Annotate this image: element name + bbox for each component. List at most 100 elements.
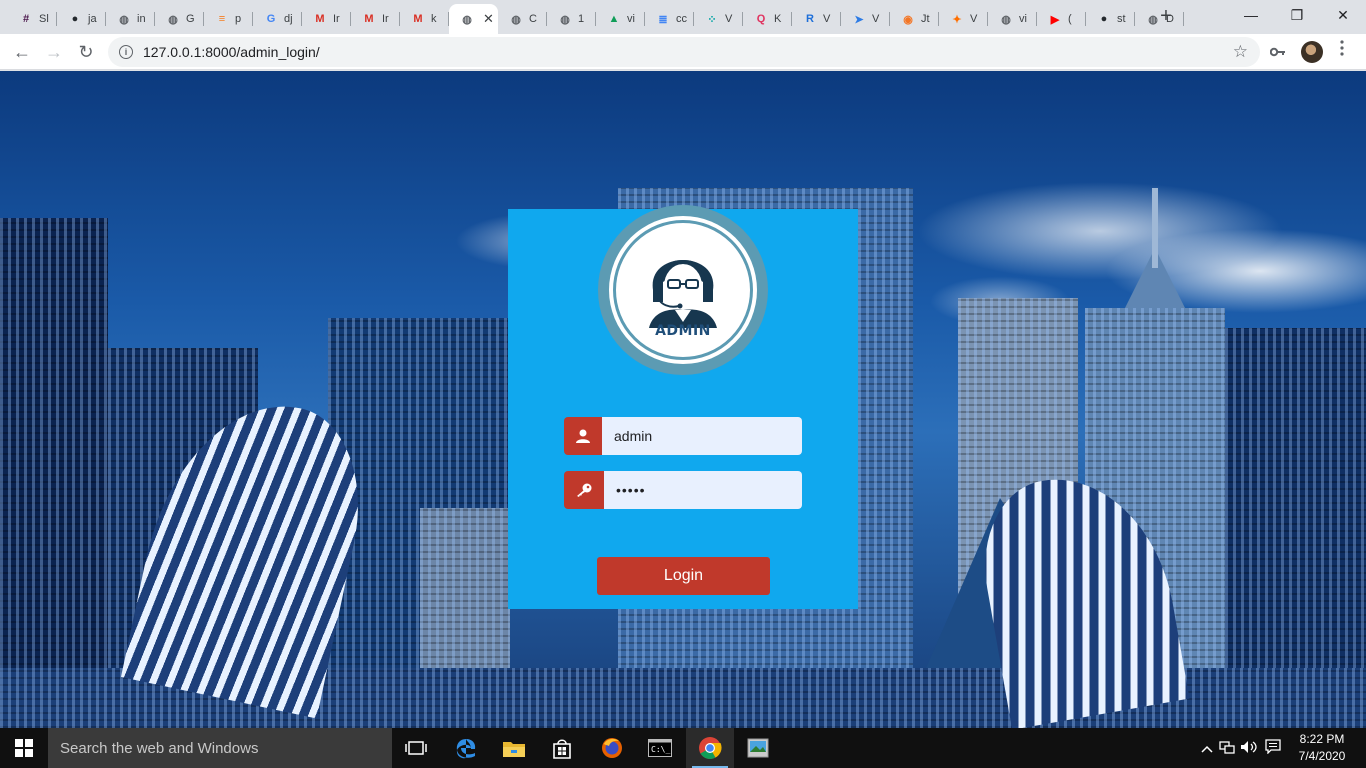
browser-tab[interactable]: QK — [743, 4, 792, 34]
windows-logo-icon — [15, 739, 33, 757]
tab-title: st — [1117, 13, 1126, 25]
gmail-icon: M — [364, 13, 374, 25]
tab-title: G — [186, 13, 195, 25]
browser-tab[interactable]: RV — [792, 4, 841, 34]
admin-avatar-image: ADMIN — [613, 220, 753, 360]
globe-icon: ◍ — [119, 13, 129, 26]
browser-tab[interactable]: ≣ cc — [645, 4, 694, 34]
browser-menu-icon[interactable] — [1340, 40, 1344, 56]
clock-time: 8:22 PM — [1299, 732, 1345, 746]
username-field — [564, 417, 802, 455]
dots-icon: ⁘ — [707, 13, 717, 26]
browser-tab[interactable]: ▲ vi — [596, 4, 645, 34]
username-input[interactable] — [602, 417, 802, 455]
jupyter-icon: ◉ — [903, 13, 913, 26]
globe-icon: ◍ — [1001, 13, 1011, 26]
edge-icon[interactable] — [442, 728, 490, 768]
browser-tab[interactable]: ● ja — [57, 4, 106, 34]
tab-title: k — [431, 13, 437, 25]
system-tray — [1198, 728, 1286, 768]
browser-tab[interactable]: ▶( — [1037, 4, 1086, 34]
taskbar-search-box[interactable]: Search the web and Windows — [48, 728, 392, 768]
tab-title: ( — [1068, 13, 1072, 25]
password-input[interactable] — [604, 471, 802, 509]
key-icon — [564, 471, 604, 509]
tab-title: Jt — [921, 13, 930, 25]
address-bar[interactable]: i 127.0.0.1:8000/admin_login/ ☆ — [108, 37, 1260, 67]
tab-title: cc — [676, 13, 687, 25]
runner-icon: ✦ — [952, 13, 962, 26]
login-button[interactable]: Login — [597, 557, 770, 595]
tab-title: K — [774, 13, 782, 25]
browser-tab[interactable]: M Ir — [351, 4, 400, 34]
browser-tab[interactable]: ◍ G — [155, 4, 204, 34]
password-field — [564, 471, 802, 509]
admin-person-icon — [649, 260, 717, 328]
slack-icon: # — [22, 13, 30, 25]
profile-avatar[interactable] — [1301, 41, 1323, 63]
globe-icon: ◍ — [560, 13, 570, 26]
browser-tab[interactable]: ◍ C — [498, 4, 547, 34]
browser-tab[interactable]: ➤ V — [841, 4, 890, 34]
tab-title: Ir — [382, 13, 389, 25]
firefox-icon[interactable] — [588, 728, 636, 768]
browser-tab[interactable]: ◍ in — [106, 4, 155, 34]
volume-icon[interactable] — [1238, 740, 1260, 757]
browser-tab[interactable]: Mk — [400, 4, 449, 34]
url-text[interactable]: 127.0.0.1:8000/admin_login/ — [143, 44, 320, 60]
user-icon — [564, 417, 602, 455]
globe-icon: ◍ — [511, 13, 521, 26]
file-explorer-icon[interactable] — [490, 728, 538, 768]
browser-tab[interactable]: ◉ Jt — [890, 4, 939, 34]
window-close-button[interactable]: ✕ — [1320, 0, 1366, 30]
browser-tab[interactable]: ≡ p — [204, 4, 253, 34]
building — [0, 218, 108, 728]
browser-tab[interactable]: ● st — [1086, 4, 1135, 34]
browser-tab[interactable]: # Sl — [8, 4, 57, 34]
tab-close-icon[interactable]: ✕ — [483, 11, 494, 27]
terminal-icon[interactable]: C:\_ — [636, 728, 684, 768]
forward-button[interactable]: → — [40, 38, 68, 66]
reload-button[interactable]: ↻ — [72, 38, 100, 66]
r-icon: R — [806, 13, 814, 25]
browser-tab[interactable]: ✦ V — [939, 4, 988, 34]
taskbar-clock[interactable]: 8:22 PM 7/4/2020 — [1296, 731, 1348, 765]
admin-avatar: ADMIN — [598, 205, 768, 375]
tab-title: dj — [284, 13, 293, 25]
github-icon: ● — [1100, 13, 1108, 25]
browser-tab[interactable]: ⁘ V — [694, 4, 743, 34]
tab-title: Sl — [39, 13, 49, 25]
windows-taskbar: Search the web and Windows C:\_ 8:22 PM … — [0, 728, 1366, 768]
back-button[interactable]: ← — [8, 38, 36, 66]
notifications-icon[interactable] — [1260, 739, 1286, 757]
key-icon[interactable] — [1269, 44, 1286, 60]
store-icon[interactable] — [538, 728, 586, 768]
site-info-icon[interactable]: i — [119, 45, 133, 59]
task-view-button[interactable] — [392, 728, 440, 768]
globe-icon: ◍ — [462, 13, 472, 26]
tab-title: V — [970, 13, 978, 25]
photos-app-icon[interactable] — [734, 728, 782, 768]
chrome-icon[interactable] — [686, 728, 734, 768]
clock-date: 7/4/2020 — [1298, 749, 1346, 763]
drive-icon: ▲ — [608, 13, 620, 25]
browser-tab[interactable]: M Ir — [302, 4, 351, 34]
gmail-icon: M — [413, 13, 423, 25]
tab-title: V — [725, 13, 733, 25]
new-tab-button[interactable]: + — [1155, 5, 1177, 27]
google-icon: G — [266, 13, 276, 25]
browser-tab[interactable]: ◍ ✕ — [449, 4, 498, 34]
tab-title: Ir — [333, 13, 340, 25]
tab-title: V — [872, 13, 880, 25]
chevron-up-icon[interactable] — [1198, 741, 1216, 756]
start-button[interactable] — [0, 728, 48, 768]
globe-icon: ◍ — [168, 13, 178, 26]
browser-tab[interactable]: ◍ 1 — [547, 4, 596, 34]
restore-button[interactable]: ❐ — [1274, 0, 1320, 30]
browser-tab[interactable]: ◍ vi — [988, 4, 1037, 34]
minimize-button[interactable]: — — [1228, 0, 1274, 30]
network-icon[interactable] — [1216, 740, 1238, 757]
github-icon: ● — [71, 13, 79, 25]
bookmark-star-icon[interactable]: ☆ — [1233, 42, 1248, 62]
browser-tab[interactable]: Gdj — [253, 4, 302, 34]
